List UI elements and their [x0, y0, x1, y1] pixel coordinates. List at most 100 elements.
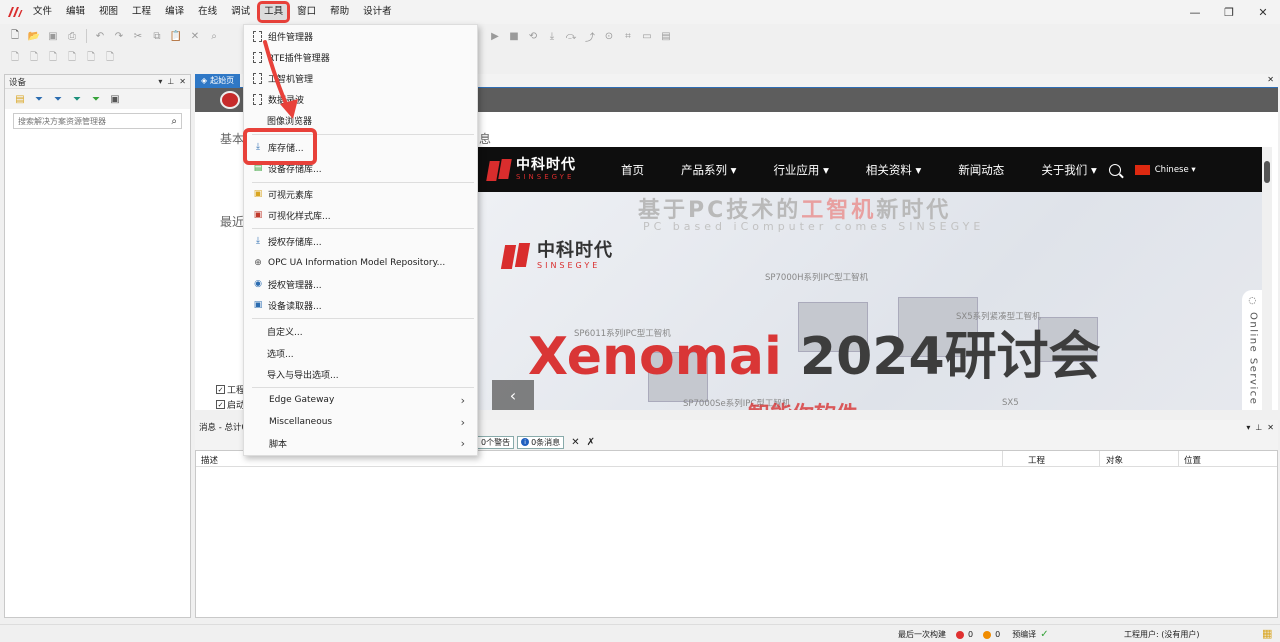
tab-start-page[interactable]: ◈ 起始页 [195, 74, 241, 88]
doc-icon-2[interactable]: 🗋 [25, 49, 43, 67]
restore-icon[interactable]: ❐ [1212, 0, 1246, 24]
menu-item-visual-element-repository[interactable]: ▣ 可视元素库 [244, 184, 477, 204]
menu-online[interactable]: 在线 [191, 0, 224, 24]
minimize-icon[interactable]: — [1178, 0, 1212, 24]
paste-icon[interactable]: 📋 [167, 27, 185, 45]
run-icon[interactable]: ▶ [486, 27, 504, 45]
online-service-tab[interactable]: ◌ Online Service [1242, 290, 1264, 410]
scrollbar-thumb[interactable] [1264, 161, 1270, 183]
delete-icon[interactable]: ✕ [186, 27, 204, 45]
menu-item-data-recording[interactable]: 数据录波 [244, 89, 477, 109]
watch-icon[interactable]: ⌗ [619, 27, 637, 45]
column-location[interactable]: 位置 [1184, 454, 1201, 466]
menu-item-customize[interactable]: 自定义... [244, 321, 477, 341]
print-icon[interactable]: ⎙ [63, 27, 81, 45]
close-icon[interactable]: ✕ [1267, 423, 1274, 432]
layout-icon[interactable]: ▭ [638, 27, 656, 45]
undo-icon[interactable]: ↶ [91, 27, 109, 45]
step-icon[interactable]: ⤓ [543, 27, 561, 45]
messages-filter-chip[interactable]: i 0条消息 [517, 435, 565, 449]
menu-item-rte-plugin-manager[interactable]: RTE插件管理器 [244, 47, 477, 67]
doc-icon-3[interactable]: 🗋 [44, 49, 62, 67]
clear-messages-icon[interactable]: ✕ [571, 437, 579, 448]
banner-prev-button[interactable]: ‹ [492, 380, 534, 410]
filter-teal-icon[interactable]: ⏷ [70, 93, 84, 105]
menu-item-visual-style-repository[interactable]: ▣ 可视化样式库... [244, 205, 477, 225]
warnings-filter-chip[interactable]: 0个警告 [477, 435, 515, 449]
tree-search-input[interactable] [18, 116, 172, 126]
device-view-icon[interactable]: ▣ [108, 93, 122, 105]
site-nav-products[interactable]: 产品系列 ▾ [681, 162, 736, 178]
new-file-icon[interactable]: 🗋 [6, 27, 24, 45]
menu-item-opcua-repository[interactable]: ⊕ OPC UA Information Model Repository... [244, 253, 477, 273]
cut-icon[interactable]: ✂ [129, 27, 147, 45]
site-nav-resources[interactable]: 相关资料 ▾ [866, 162, 921, 178]
menu-item-component-manager[interactable]: 组件管理器 [244, 26, 477, 46]
save-icon[interactable]: ▣ [44, 27, 62, 45]
menu-debug[interactable]: 调试 [224, 0, 257, 24]
copy-icon[interactable]: ⧉ [148, 27, 166, 45]
menu-tools[interactable]: 工具 [257, 1, 291, 23]
device-panel-header: 设备 ▾ ⊥ ✕ [5, 75, 190, 89]
column-project[interactable]: 工程 [1028, 454, 1045, 466]
menu-item-license-manager[interactable]: ◉ 授权管理器... [244, 274, 477, 294]
menu-item-edge-gateway[interactable]: Edge Gateway › [244, 390, 477, 410]
reset-icon[interactable]: ⟲ [524, 27, 542, 45]
column-object[interactable]: 对象 [1106, 454, 1123, 466]
site-search-icon[interactable] [1108, 163, 1121, 176]
open-folder-icon[interactable]: 📂 [25, 27, 43, 45]
menu-item-device-reader[interactable]: ▣ 设备读取器... [244, 295, 477, 315]
filter-icon[interactable]: ⏷ [32, 93, 46, 105]
dropdown-arrow-icon[interactable]: ▾ [1246, 423, 1250, 432]
checkbox-startup[interactable]: ✓ 启动 [216, 398, 245, 411]
lock-icon[interactable]: ▦ [1262, 627, 1272, 640]
filter-blue-icon[interactable]: ⏷ [51, 93, 65, 105]
language-selector[interactable]: Chinese ▾ [1134, 164, 1196, 175]
precompile-label[interactable]: 预编译 [1012, 629, 1036, 640]
site-nav-about[interactable]: 关于我们 ▾ [1041, 162, 1096, 178]
site-nav-home[interactable]: 首页 [621, 162, 644, 178]
add-folder-icon[interactable]: ▤ [13, 93, 27, 105]
screen-icon[interactable]: ▤ [657, 27, 675, 45]
step-over-icon[interactable]: ⤼ [562, 27, 580, 45]
doc-icon-4[interactable]: 🗋 [63, 49, 81, 67]
column-description[interactable]: 描述 [201, 454, 218, 466]
menu-item-options[interactable]: 选项... [244, 343, 477, 363]
filter-green-icon[interactable]: ⏷ [89, 93, 103, 105]
menu-edit[interactable]: 编辑 [59, 0, 92, 24]
checkbox-project[interactable]: ✓ 工程 [216, 383, 245, 396]
breakpoint-icon[interactable]: ⊙ [600, 27, 618, 45]
dropdown-arrow-icon[interactable]: ▾ [158, 77, 162, 86]
close-icon[interactable]: ✕ [1246, 0, 1280, 24]
website-logo[interactable]: 中科时代 SINSEGYE [486, 158, 576, 181]
menu-item-image-browser[interactable]: 图像浏览器 [244, 110, 477, 130]
find-icon[interactable]: ⌕ [205, 27, 223, 45]
tab-list-arrow-icon[interactable]: ✕ [1267, 75, 1274, 84]
menu-item-scripting[interactable]: 脚本 › [244, 433, 477, 453]
menu-help[interactable]: 帮助 [323, 0, 356, 24]
menu-build[interactable]: 编译 [158, 0, 191, 24]
doc-icon-5[interactable]: 🗋 [82, 49, 100, 67]
menu-project[interactable]: 工程 [125, 0, 158, 24]
step-out-icon[interactable]: ⤴ [581, 27, 599, 45]
menu-designer[interactable]: 设计者 [356, 0, 399, 24]
site-nav-industry[interactable]: 行业应用 ▾ [773, 162, 828, 178]
clear-all-icon[interactable]: ✗ [587, 437, 595, 448]
search-icon[interactable]: ⌕ [171, 116, 177, 127]
stop-icon[interactable]: ■ [505, 27, 523, 45]
menu-item-import-export-options[interactable]: 导入与导出选项... [244, 364, 477, 384]
doc-icon-6[interactable]: 🗋 [101, 49, 119, 67]
site-nav-news[interactable]: 新闻动态 [958, 162, 1004, 178]
website-scrollbar[interactable] [1262, 147, 1272, 410]
menu-item-license-repository[interactable]: ⤓ 授权存储库... [244, 231, 477, 251]
menu-item-miscellaneous[interactable]: Miscellaneous › [244, 412, 477, 432]
close-icon[interactable]: ✕ [179, 77, 186, 86]
menu-file[interactable]: 文件 [26, 0, 59, 24]
pin-icon[interactable]: ⊥ [1255, 423, 1262, 432]
menu-window[interactable]: 窗口 [290, 0, 323, 24]
doc-icon-1[interactable]: 🗋 [6, 49, 24, 67]
redo-icon[interactable]: ↷ [110, 27, 128, 45]
pin-icon[interactable]: ⊥ [167, 77, 174, 86]
menu-item-ipc-manager[interactable]: 工智机管理 [244, 68, 477, 88]
menu-view[interactable]: 视图 [92, 0, 125, 24]
